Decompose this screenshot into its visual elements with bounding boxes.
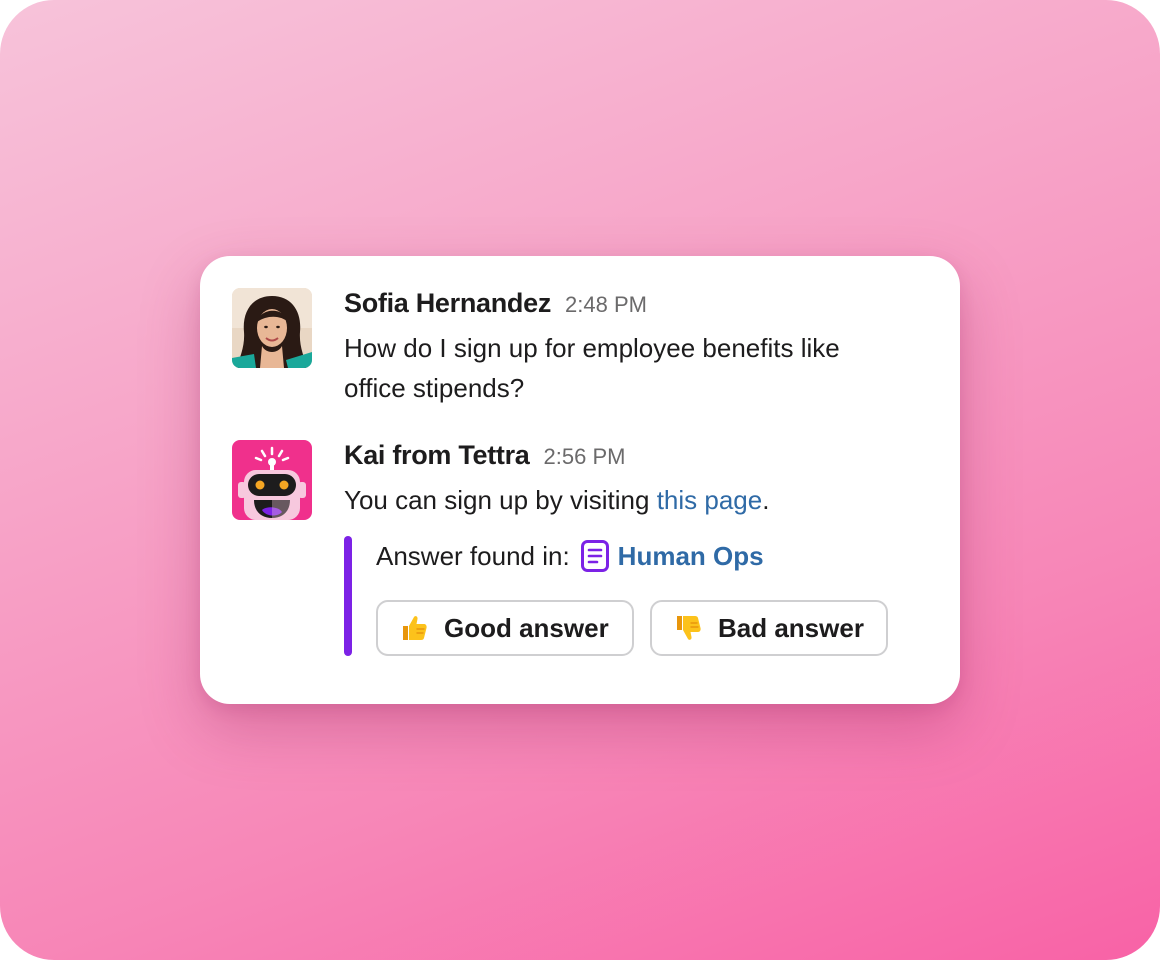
kai-avatar[interactable] <box>232 440 312 520</box>
thumbs-up-icon <box>400 614 428 642</box>
message-text: How do I sign up for employee benefits l… <box>344 333 840 403</box>
message-card: Sofia Hernandez 2:48 PM How do I sign up… <box>200 256 960 704</box>
author-name[interactable]: Sofia Hernandez <box>344 288 551 319</box>
bad-answer-button[interactable]: Bad answer <box>650 600 888 656</box>
background-canvas: Sofia Hernandez 2:48 PM How do I sign up… <box>0 0 1160 960</box>
message-sofia: Sofia Hernandez 2:48 PM How do I sign up… <box>344 288 920 408</box>
answer-found-label: Answer found in: <box>376 540 570 571</box>
message-text-end: . <box>762 485 770 515</box>
answer-attachment: Answer found in: Human Ops Good answer B… <box>344 536 904 656</box>
attachment-accent-bar <box>344 536 352 656</box>
message-header: Sofia Hernandez 2:48 PM <box>344 288 920 328</box>
user-photo-avatar <box>232 288 312 368</box>
message-kai: Kai from Tettra 2:56 PM You can sign up … <box>344 440 920 520</box>
bad-answer-label: Bad answer <box>718 612 864 643</box>
sofia-avatar[interactable] <box>232 288 312 368</box>
message-text: You can sign up by visiting this page. <box>344 480 920 520</box>
document-icon <box>580 539 610 573</box>
author-name[interactable]: Kai from Tettra <box>344 440 530 471</box>
thumbs-down-icon <box>674 614 702 642</box>
human-ops-link[interactable]: Human Ops <box>618 541 764 572</box>
message-header: Kai from Tettra 2:56 PM <box>344 440 920 480</box>
good-answer-label: Good answer <box>444 612 609 643</box>
this-page-link[interactable]: this page <box>657 485 763 515</box>
answer-source-line: Answer found in: Human Ops <box>376 536 764 576</box>
good-answer-button[interactable]: Good answer <box>376 600 634 656</box>
robot-avatar <box>232 440 312 520</box>
message-text-start: You can sign up by visiting <box>344 485 657 515</box>
timestamp[interactable]: 2:56 PM <box>544 444 626 470</box>
timestamp[interactable]: 2:48 PM <box>565 292 647 318</box>
